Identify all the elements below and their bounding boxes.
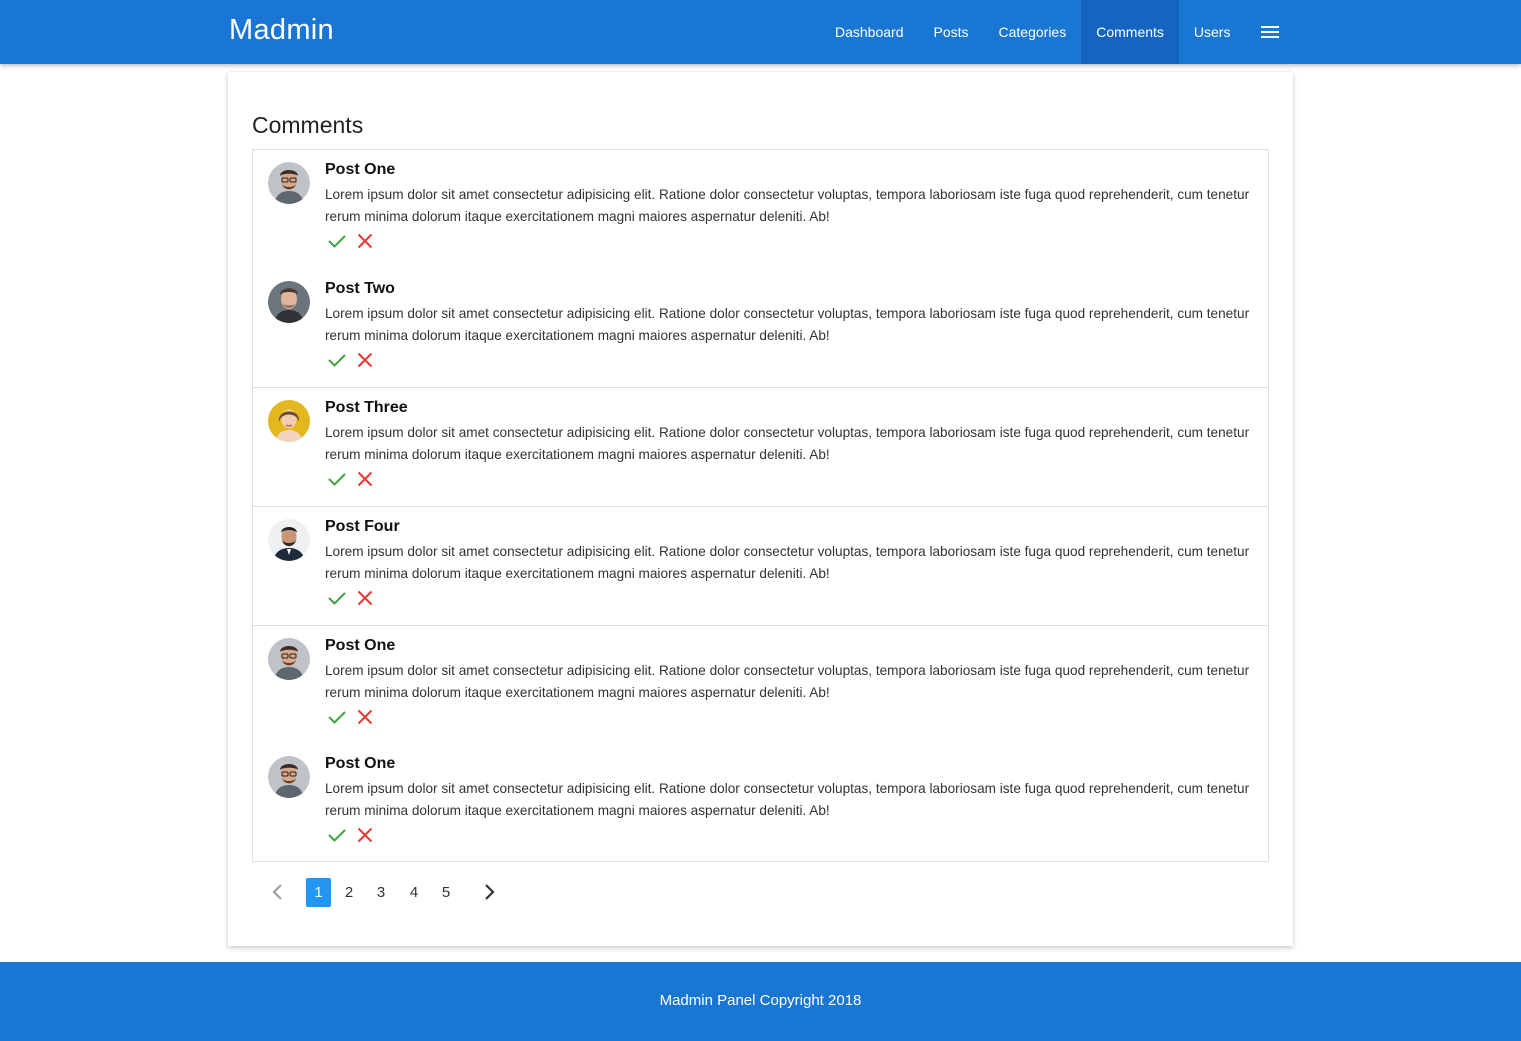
top-navbar: Madmin Dashboard Posts Categories Commen…: [0, 0, 1521, 64]
comment-post-title: Post Four: [325, 518, 400, 535]
comment-actions: [327, 825, 383, 845]
page-2[interactable]: 2: [339, 878, 359, 907]
brand-logo[interactable]: Madmin: [229, 14, 334, 47]
page-3[interactable]: 3: [371, 878, 391, 907]
comment-item: Post One Lorem ipsum dolor sit amet cons…: [253, 744, 1268, 863]
check-icon[interactable]: [327, 469, 347, 489]
comment-post-title: Post One: [325, 755, 396, 772]
comment-text: Lorem ipsum dolor sit amet consectetur a…: [325, 306, 1250, 343]
comment-item: Post Four Lorem ipsum dolor sit amet con…: [253, 506, 1268, 625]
avatar: [268, 162, 310, 204]
hamburger-menu-icon: [1260, 26, 1279, 38]
comment-text: Lorem ipsum dolor sit amet consectetur a…: [325, 187, 1250, 224]
check-icon[interactable]: [327, 231, 347, 251]
nav-link-users[interactable]: Users: [1179, 0, 1246, 64]
comment-item: Post Two Lorem ipsum dolor sit amet cons…: [253, 269, 1268, 388]
close-icon[interactable]: [355, 707, 375, 727]
comment-actions: [327, 707, 383, 727]
comment-post-title: Post Two: [325, 280, 395, 297]
comment-text: Lorem ipsum dolor sit amet consectetur a…: [325, 544, 1250, 581]
footer: Madmin Panel Copyright 2018: [0, 962, 1521, 1041]
page-4[interactable]: 4: [404, 878, 424, 907]
avatar: [268, 281, 310, 323]
avatar: [268, 519, 310, 561]
page-1[interactable]: 1: [306, 878, 331, 907]
nav-links: Dashboard Posts Categories Comments User…: [820, 0, 1294, 64]
close-icon[interactable]: [355, 469, 375, 489]
close-icon[interactable]: [355, 825, 375, 845]
chevron-left-icon[interactable]: [268, 882, 288, 902]
comment-item: Post One Lorem ipsum dolor sit amet cons…: [253, 150, 1268, 269]
comment-post-title: Post Three: [325, 399, 408, 416]
nav-link-comments[interactable]: Comments: [1081, 0, 1179, 64]
comment-actions: [327, 231, 383, 251]
comment-actions: [327, 350, 383, 370]
comment-text: Lorem ipsum dolor sit amet consectetur a…: [325, 663, 1250, 700]
avatar: [268, 638, 310, 680]
page-title: Comments: [252, 112, 364, 138]
comments-list: Post One Lorem ipsum dolor sit amet cons…: [252, 149, 1269, 862]
comment-post-title: Post One: [325, 637, 396, 654]
close-icon[interactable]: [355, 588, 375, 608]
comment-text: Lorem ipsum dolor sit amet consectetur a…: [325, 425, 1250, 462]
close-icon[interactable]: [355, 350, 375, 370]
comment-text: Lorem ipsum dolor sit amet consectetur a…: [325, 781, 1250, 818]
comment-post-title: Post One: [325, 161, 396, 178]
check-icon[interactable]: [327, 707, 347, 727]
hamburger-menu-button[interactable]: [1245, 0, 1294, 64]
nav-link-dashboard[interactable]: Dashboard: [820, 0, 919, 64]
comment-actions: [327, 588, 383, 608]
avatar: [268, 756, 310, 798]
nav-link-posts[interactable]: Posts: [919, 0, 984, 64]
comment-item: Post One Lorem ipsum dolor sit amet cons…: [253, 625, 1268, 744]
check-icon[interactable]: [327, 350, 347, 370]
comment-actions: [327, 469, 383, 489]
close-icon[interactable]: [355, 231, 375, 251]
check-icon[interactable]: [327, 825, 347, 845]
nav-link-categories[interactable]: Categories: [984, 0, 1082, 64]
check-icon[interactable]: [327, 588, 347, 608]
page-5[interactable]: 5: [436, 878, 456, 907]
comments-card: Comments Post One Lorem ipsum dolor sit …: [228, 72, 1293, 946]
footer-copyright: Madmin Panel Copyright 2018: [659, 992, 862, 1009]
chevron-right-icon[interactable]: [479, 882, 499, 902]
avatar: [268, 400, 310, 442]
comment-item: Post Three Lorem ipsum dolor sit amet co…: [253, 387, 1268, 506]
